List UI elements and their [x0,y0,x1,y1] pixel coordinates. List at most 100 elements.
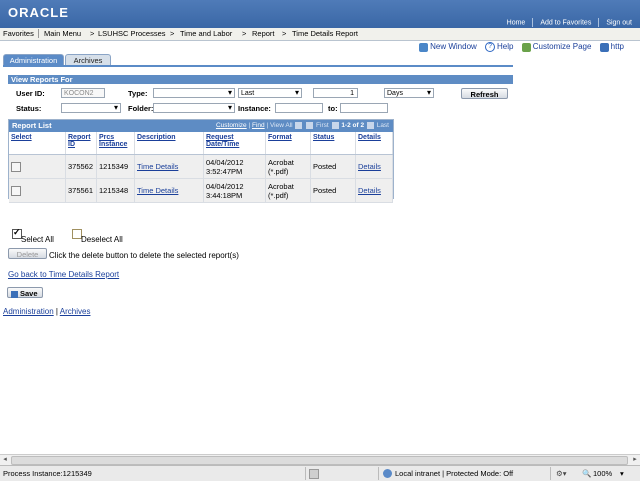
horizontal-scrollbar[interactable]: ◂ ▸ [0,454,640,465]
col-report-id[interactable]: Report ID [65,132,97,155]
description-link[interactable]: Time Details [137,186,178,195]
report-list-header: Report List Customize | Find | View All … [9,120,393,132]
col-request-datetime[interactable]: Request Date/Time [203,132,266,155]
deselect-all-label[interactable]: Deselect All [81,235,123,244]
security-zone[interactable]: Local intranet | Protected Mode: Off [395,469,513,478]
http-label: http [610,42,624,52]
user-id-field[interactable]: KOCON2 [61,88,105,98]
col-description[interactable]: Description [134,132,204,155]
report-list-grid: Report List Customize | Find | View All … [8,119,394,203]
browser-status-bar: Process Instance:1215349 Local intranet … [0,465,640,481]
footer-archives-link[interactable]: Archives [60,307,91,316]
row-select-checkbox[interactable] [11,185,21,196]
zoom-dropdown-icon[interactable]: ▾ [620,469,624,478]
save-button[interactable]: Save [7,287,43,298]
details-link[interactable]: Details [358,186,381,195]
footer-administration-link[interactable]: Administration [3,307,54,316]
protected-mode-icon[interactable]: ⚙▾ [556,469,567,478]
find-link[interactable]: Find [252,122,265,129]
divider [378,467,379,480]
go-back-link[interactable]: Go back to Time Details Report [8,270,119,279]
select-all-label[interactable]: Select All [21,235,54,244]
request-date: 04/04/2012 [206,157,244,167]
select-cell [9,178,66,203]
col-prcs-instance[interactable]: Prcs Instance [96,132,135,155]
scroll-left-icon[interactable]: ◂ [0,455,10,465]
customize-page-link[interactable]: Customize Page [521,42,591,52]
days-count-field[interactable]: 1 [313,88,358,98]
col-description-label: Description [137,134,176,141]
menu-favorites[interactable]: Favorites [3,29,34,38]
select-cell [9,154,66,179]
divider [550,467,551,480]
view-reports-header: View Reports For [8,75,513,84]
last-dropdown[interactable]: Last [238,88,302,98]
save-icon [11,290,18,298]
scroll-right-icon[interactable]: ▸ [630,455,640,465]
new-window-link[interactable]: New Window [419,42,477,52]
col-format-label: Format [268,134,292,141]
last-link[interactable]: Last [377,122,389,129]
add-to-favorites-link[interactable]: Add to Favorites [540,19,591,26]
report-id-cell: 375562 [65,154,97,179]
help-link[interactable]: ? Help [485,42,513,52]
breadcrumb-menubar: Favorites Main Menu > LSUHSC Processes >… [0,28,640,41]
zoom-level[interactable]: 100% [593,469,612,478]
format-name: Acrobat [268,157,294,167]
prcs-instance-cell: 1215349 [96,154,135,179]
format-ext: (*.pdf) [268,166,289,176]
download-icon[interactable] [295,122,303,129]
instance-to-field[interactable] [340,103,388,113]
details-cell: Details [355,178,393,203]
delete-button[interactable]: Delete [8,248,47,259]
menu-lsuhsc-processes[interactable]: LSUHSC Processes [98,29,166,38]
col-format[interactable]: Format [265,132,311,155]
status-cell: Posted [310,154,356,179]
table-row: 375562 1215349 Time Details 04/04/2012 3:… [9,154,393,179]
grid-view-icon[interactable] [306,122,314,129]
next-arrow-icon[interactable] [366,122,374,129]
type-dropdown[interactable] [153,88,235,98]
menu-time-details-report[interactable]: Time Details Report [292,29,358,38]
row-range: 1-2 of 2 [341,122,365,130]
col-status[interactable]: Status [310,132,356,155]
description-link[interactable]: Time Details [137,162,178,171]
request-time: 3:44:18PM [206,190,243,200]
menu-main-menu[interactable]: Main Menu [44,29,81,38]
home-link[interactable]: Home [507,19,526,26]
status-label: Status: [16,104,42,113]
oracle-logo: ORACLE [8,5,69,20]
chevron-right-icon: > [90,29,95,38]
refresh-button[interactable]: Refresh [461,88,508,99]
details-link[interactable]: Details [358,162,381,171]
row-select-checkbox[interactable] [11,161,21,172]
divider [38,29,39,38]
status-dropdown[interactable] [61,103,121,113]
divider [532,18,534,27]
format-name: Acrobat [268,181,294,191]
col-status-label: Status [313,134,335,141]
http-link[interactable]: http [599,42,624,52]
days-unit-dropdown[interactable]: Days [384,88,434,98]
menu-time-and-labor[interactable]: Time and Labor [180,29,232,38]
view-all-link[interactable]: View All [270,122,293,129]
tab-underline [3,65,513,67]
previous-arrow-icon[interactable] [331,122,339,129]
divider [305,467,306,480]
col-details-label: Details [358,134,381,141]
folder-dropdown[interactable] [153,103,235,113]
customize-link[interactable]: Customize [216,122,247,129]
description-cell: Time Details [134,178,204,203]
prcs-instance-cell: 1215348 [96,178,135,203]
format-cell: Acrobat (*.pdf) [265,154,311,179]
first-link[interactable]: First [316,122,329,129]
format-cell: Acrobat (*.pdf) [265,178,311,203]
col-prcs-instance-label: Prcs Instance [99,134,128,148]
menu-report[interactable]: Report [252,29,275,38]
col-details[interactable]: Details [355,132,393,155]
grid-navigation: Customize | Find | View All First 1-2 of… [215,122,389,130]
instance-from-field[interactable] [275,103,323,113]
sign-out-link[interactable]: Sign out [606,19,632,26]
scroll-thumb[interactable] [11,456,628,465]
col-select[interactable]: Select [9,132,66,155]
